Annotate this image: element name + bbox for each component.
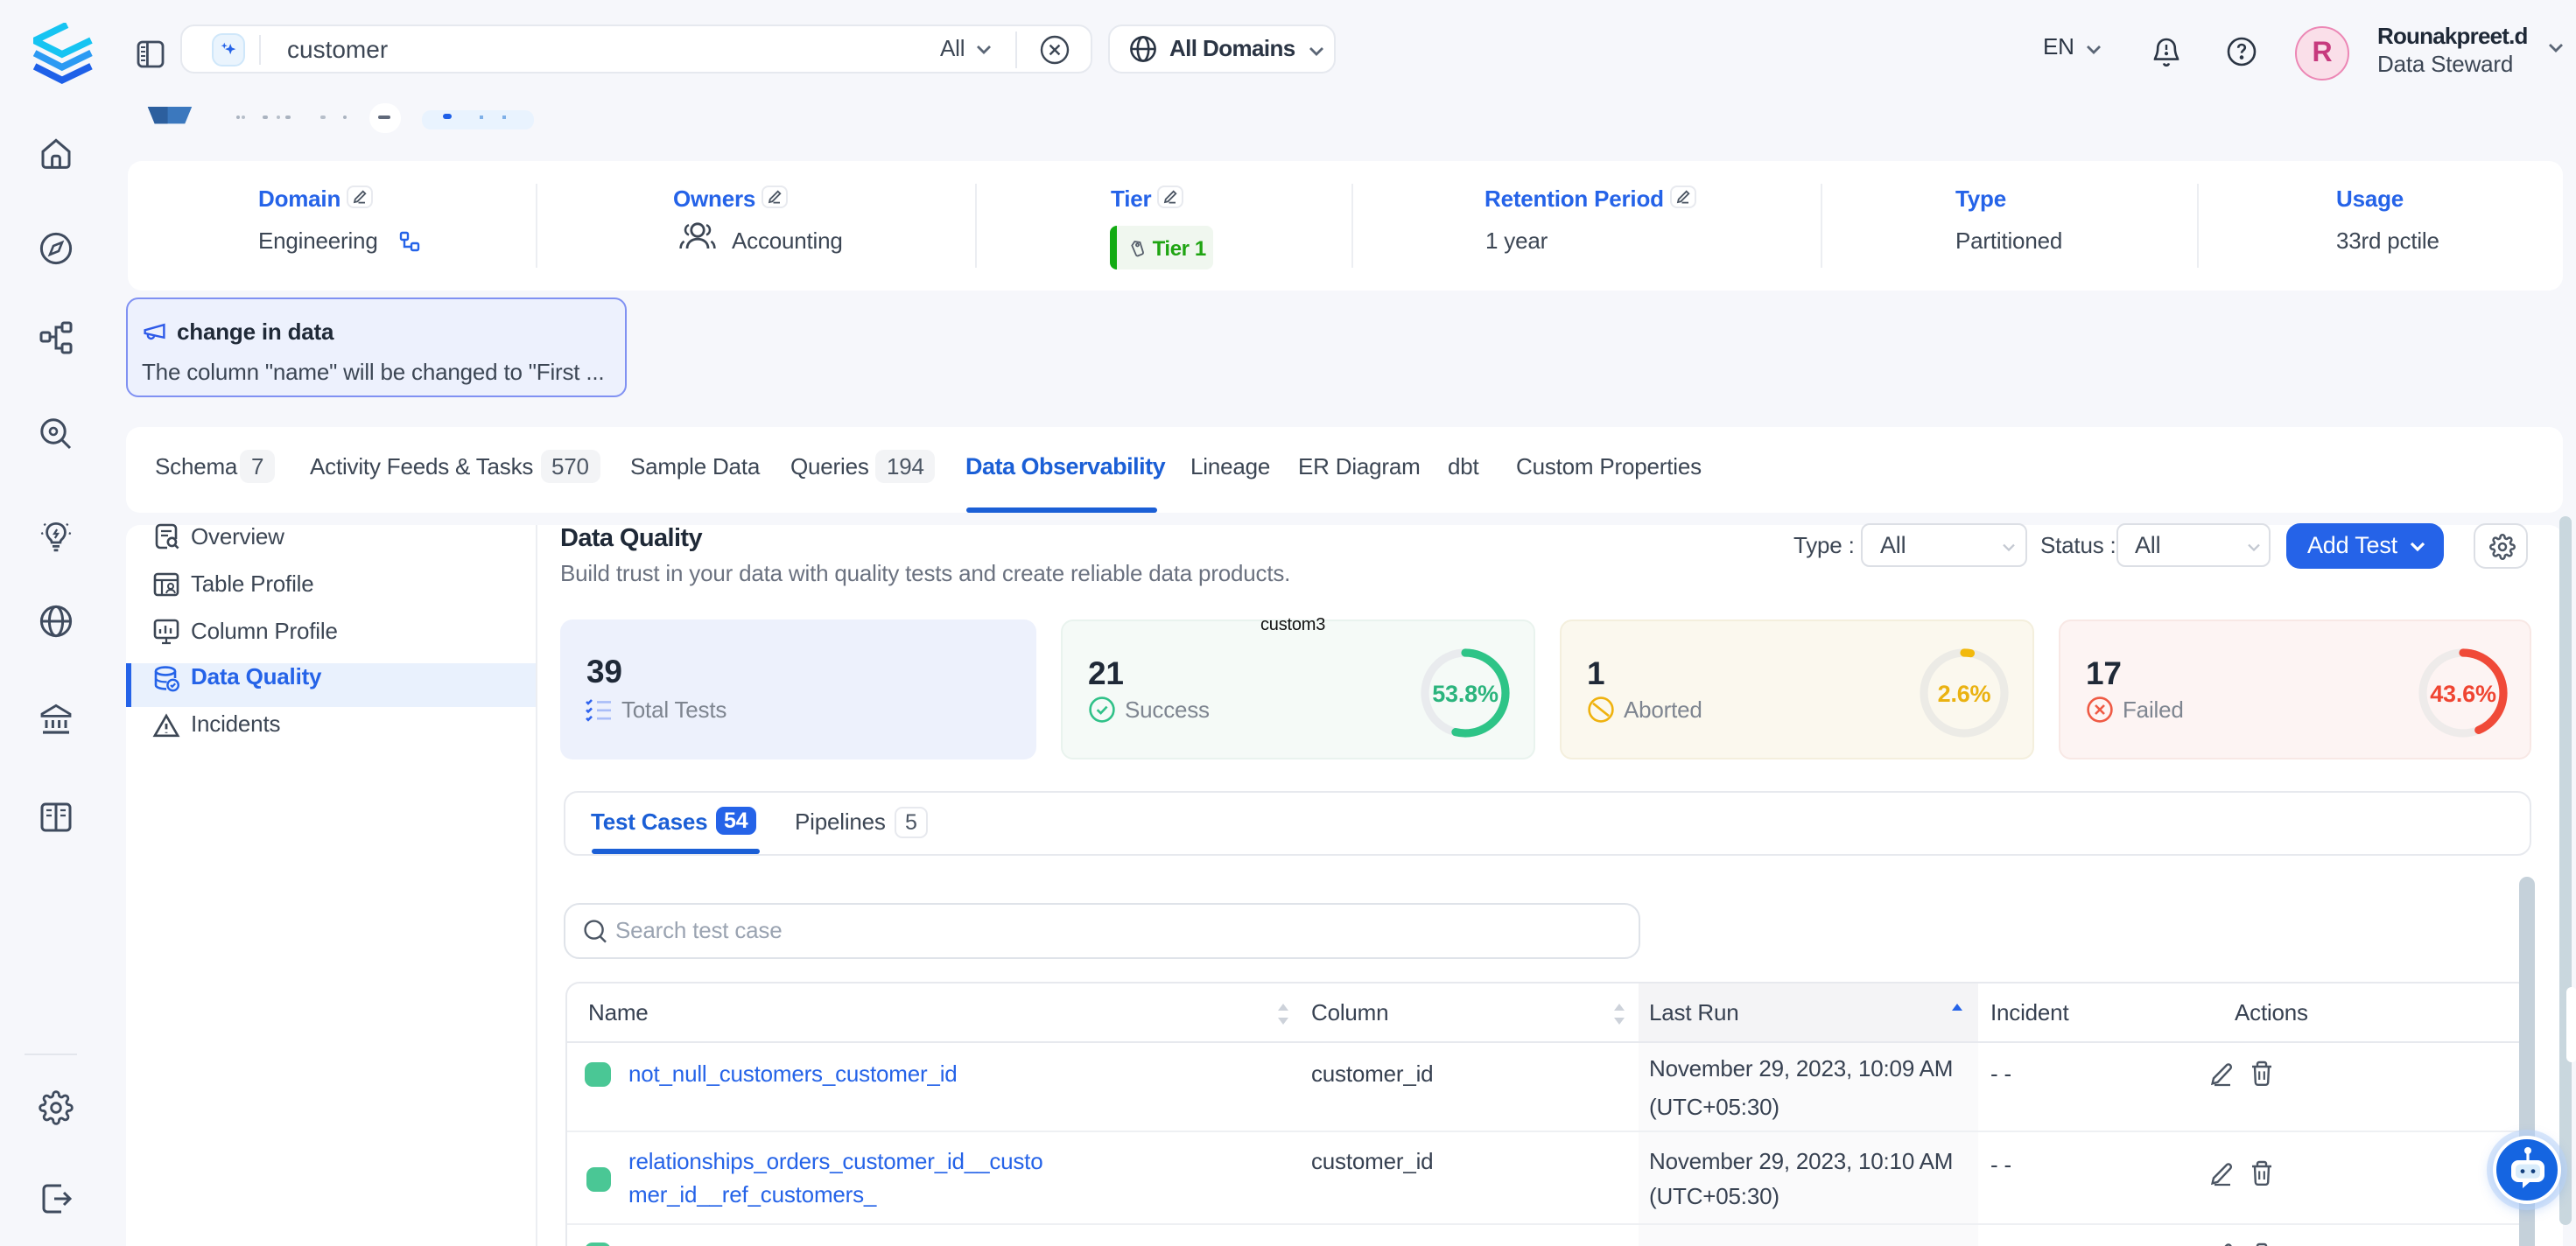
svg-text:53.8%: 53.8% [1431, 681, 1498, 707]
svg-text:43.6%: 43.6% [2429, 681, 2495, 707]
svg-text:2.6%: 2.6% [1937, 681, 1990, 707]
